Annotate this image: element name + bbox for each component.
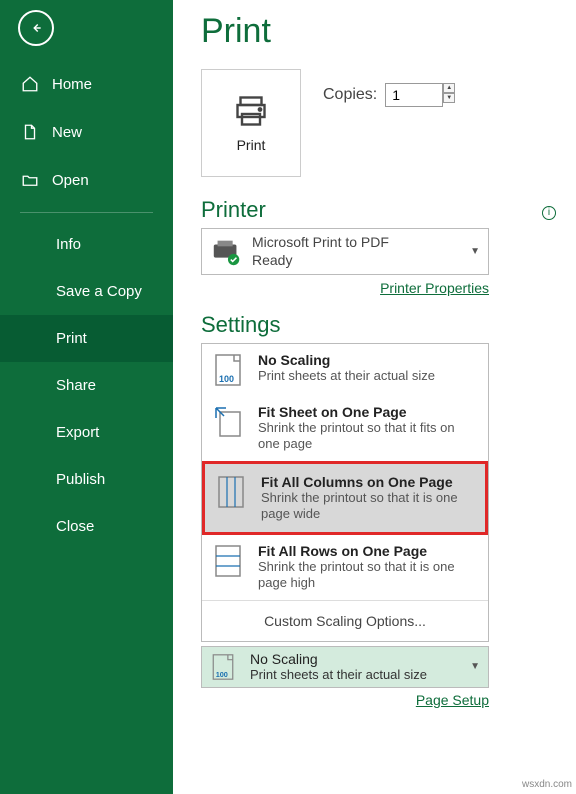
backstage-sidebar: Home New Open Info Save a Copy Print Sha… bbox=[0, 0, 173, 794]
nav-open-label: Open bbox=[52, 172, 89, 189]
nav-new-label: New bbox=[52, 124, 82, 141]
scaling-item-sub: Shrink the printout so that it fits on o… bbox=[258, 420, 478, 453]
nav-publish[interactable]: Publish bbox=[0, 456, 173, 503]
page-100-icon: 100 bbox=[210, 652, 236, 682]
scaling-item-title: Fit All Rows on One Page bbox=[258, 543, 478, 559]
nav-export[interactable]: Export bbox=[0, 409, 173, 456]
scaling-item-title: No Scaling bbox=[258, 352, 435, 368]
scaling-fit-columns[interactable]: Fit All Columns on One Page Shrink the p… bbox=[202, 461, 488, 536]
scaling-menu: 100 No Scaling Print sheets at their act… bbox=[201, 343, 489, 642]
arrow-left-icon bbox=[29, 21, 43, 35]
nav-share[interactable]: Share bbox=[0, 362, 173, 409]
folder-open-icon bbox=[20, 170, 40, 190]
chevron-down-icon: ▼ bbox=[470, 661, 480, 672]
fit-columns-icon bbox=[215, 474, 247, 510]
printer-name: Microsoft Print to PDF bbox=[252, 234, 470, 252]
fit-sheet-icon bbox=[212, 404, 244, 440]
custom-scaling-options[interactable]: Custom Scaling Options... bbox=[202, 600, 488, 641]
printer-selector[interactable]: Microsoft Print to PDF Ready ▼ bbox=[201, 228, 489, 275]
file-icon bbox=[20, 122, 40, 142]
nav-print[interactable]: Print bbox=[0, 315, 173, 362]
nav-close[interactable]: Close bbox=[0, 503, 173, 550]
scaling-selected-sub: Print sheets at their actual size bbox=[250, 667, 470, 683]
scaling-fit-rows[interactable]: Fit All Rows on One Page Shrink the prin… bbox=[202, 535, 488, 600]
nav-save-copy[interactable]: Save a Copy bbox=[0, 268, 173, 315]
info-icon[interactable]: i bbox=[542, 206, 556, 220]
copies-label: Copies: bbox=[323, 86, 377, 104]
copies-input[interactable] bbox=[385, 83, 443, 107]
scaling-fit-sheet[interactable]: Fit Sheet on One Page Shrink the printou… bbox=[202, 396, 488, 461]
printer-heading: Printer bbox=[201, 197, 266, 223]
page-setup-link[interactable]: Page Setup bbox=[416, 692, 489, 708]
settings-heading: Settings bbox=[201, 312, 556, 338]
scaling-dropdown[interactable]: 100 No Scaling Print sheets at their act… bbox=[201, 646, 489, 688]
watermark: wsxdn.com bbox=[522, 779, 572, 790]
print-button-label: Print bbox=[237, 137, 266, 153]
printer-icon bbox=[233, 93, 269, 129]
nav-info[interactable]: Info bbox=[0, 221, 173, 268]
nav-new[interactable]: New bbox=[0, 108, 173, 156]
page-100-icon: 100 bbox=[212, 352, 244, 388]
copies-up[interactable]: ▲ bbox=[443, 83, 455, 93]
printer-status: Ready bbox=[252, 252, 470, 270]
scaling-item-title: Fit Sheet on One Page bbox=[258, 404, 478, 420]
scaling-no-scaling[interactable]: 100 No Scaling Print sheets at their act… bbox=[202, 344, 488, 396]
scaling-selected-title: No Scaling bbox=[250, 651, 470, 667]
nav-home[interactable]: Home bbox=[0, 60, 173, 108]
back-button[interactable] bbox=[18, 10, 54, 46]
nav-home-label: Home bbox=[52, 76, 92, 93]
scaling-item-sub: Shrink the printout so that it is one pa… bbox=[261, 490, 475, 523]
fit-rows-icon bbox=[212, 543, 244, 579]
printer-status-icon bbox=[210, 238, 244, 266]
chevron-down-icon: ▼ bbox=[470, 246, 480, 257]
scaling-item-title: Fit All Columns on One Page bbox=[261, 474, 475, 490]
svg-text:100: 100 bbox=[219, 374, 234, 384]
page-title: Print bbox=[201, 12, 556, 51]
home-icon bbox=[20, 74, 40, 94]
svg-text:100: 100 bbox=[216, 669, 228, 678]
nav-divider bbox=[20, 212, 153, 213]
scaling-item-sub: Shrink the printout so that it is one pa… bbox=[258, 559, 478, 592]
copies-down[interactable]: ▼ bbox=[443, 93, 455, 103]
printer-properties-link[interactable]: Printer Properties bbox=[380, 280, 489, 296]
print-button[interactable]: Print bbox=[201, 69, 301, 177]
nav-open[interactable]: Open bbox=[0, 156, 173, 204]
scaling-item-sub: Print sheets at their actual size bbox=[258, 368, 435, 384]
print-backstage-content: Print Print Copies: ▲ ▼ Printer i Micros… bbox=[173, 0, 576, 794]
